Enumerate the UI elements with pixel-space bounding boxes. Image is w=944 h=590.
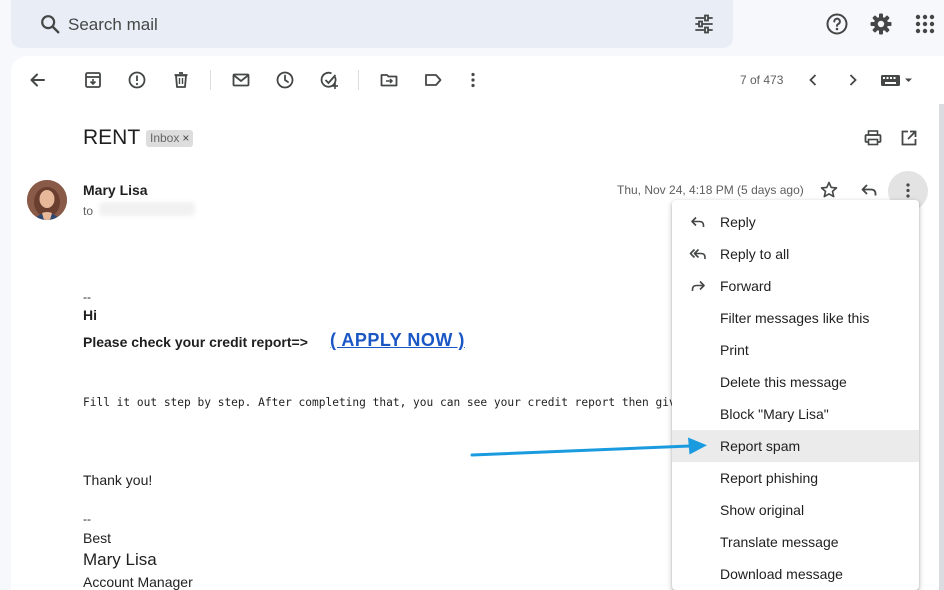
- search-bar[interactable]: Search mail: [11, 0, 733, 48]
- menu-item-block-sender[interactable]: Block "Mary Lisa": [672, 398, 919, 430]
- avatar[interactable]: [27, 180, 67, 220]
- search-input[interactable]: Search mail: [68, 15, 158, 35]
- sender-name[interactable]: Mary Lisa: [83, 182, 148, 198]
- reply-all-icon: [689, 245, 707, 263]
- signature-name: Mary Lisa: [83, 550, 157, 569]
- message-count: 7 of 473: [740, 73, 784, 87]
- menu-item-reply[interactable]: Reply: [672, 206, 919, 238]
- menu-item-label: Download message: [720, 566, 843, 582]
- more-vert-icon[interactable]: [463, 70, 483, 90]
- menu-item-delete[interactable]: Delete this message: [672, 366, 919, 398]
- apply-now-link[interactable]: ( APPLY NOW ): [330, 330, 465, 351]
- menu-item-report-spam[interactable]: Report spam: [672, 430, 919, 462]
- mark-unread-icon[interactable]: [231, 70, 251, 90]
- menu-item-label: Translate message: [720, 534, 839, 550]
- recipient-redacted: [99, 202, 195, 216]
- menu-item-reply-all[interactable]: Reply to all: [672, 238, 919, 270]
- menu-item-label: Report spam: [720, 438, 801, 454]
- menu-item-translate[interactable]: Translate message: [672, 526, 919, 558]
- move-to-folder-icon[interactable]: [379, 70, 399, 90]
- add-task-icon[interactable]: [319, 70, 339, 90]
- body-separator: --: [83, 290, 91, 304]
- chevron-left-icon[interactable]: [803, 70, 823, 90]
- apps-grid-icon[interactable]: [913, 12, 937, 36]
- delete-trash-icon[interactable]: [171, 70, 191, 90]
- menu-item-label: Delete this message: [720, 374, 847, 390]
- email-subject: RENT: [83, 126, 141, 149]
- report-spam-icon[interactable]: [127, 70, 147, 90]
- menu-item-filter-messages[interactable]: Filter messages like this: [672, 302, 919, 334]
- menu-item-report-phishing[interactable]: Report phishing: [672, 462, 919, 494]
- chevron-right-icon[interactable]: [843, 70, 863, 90]
- menu-item-label: Forward: [720, 278, 772, 294]
- back-arrow-icon[interactable]: [28, 70, 48, 90]
- search-icon[interactable]: [39, 13, 61, 35]
- menu-item-label: Show original: [720, 502, 805, 518]
- star-icon[interactable]: [819, 180, 839, 200]
- settings-gear-icon[interactable]: [869, 12, 893, 36]
- menu-item-print[interactable]: Print: [672, 334, 919, 366]
- menu-item-download[interactable]: Download message: [672, 558, 919, 590]
- forward-icon: [689, 277, 707, 295]
- message-options-menu: Reply Reply to all Forward Filter messag…: [672, 200, 919, 590]
- body-thanks: Thank you!: [83, 472, 153, 488]
- remove-label-button[interactable]: ×: [182, 131, 189, 145]
- scrollbar[interactable]: [939, 104, 944, 590]
- menu-item-label: Report phishing: [720, 470, 819, 486]
- menu-item-label: Reply: [720, 214, 756, 230]
- body-cta-text: Please check your credit report=>: [83, 334, 308, 350]
- email-date: Thu, Nov 24, 4:18 PM (5 days ago): [617, 183, 804, 197]
- inbox-label-chip[interactable]: Inbox ×: [146, 130, 194, 147]
- toolbar-divider: [210, 70, 211, 90]
- body-greeting: Hi: [83, 307, 97, 323]
- menu-item-label: Block "Mary Lisa": [720, 406, 829, 422]
- inbox-label-text: Inbox: [150, 131, 180, 145]
- label-tag-icon[interactable]: [423, 70, 443, 90]
- reply-icon[interactable]: [859, 180, 879, 200]
- archive-icon[interactable]: [83, 70, 103, 90]
- open-new-window-icon[interactable]: [899, 128, 919, 148]
- menu-item-label: Filter messages like this: [720, 310, 870, 326]
- body-instructions: Fill it out step by step. After completi…: [83, 396, 683, 409]
- body-separator: --: [83, 512, 91, 526]
- toolbar-divider: [358, 70, 359, 90]
- print-icon[interactable]: [863, 128, 883, 148]
- signature-title: Account Manager: [83, 574, 193, 590]
- snooze-clock-icon[interactable]: [275, 70, 295, 90]
- menu-item-forward[interactable]: Forward: [672, 270, 919, 302]
- menu-item-label: Print: [720, 342, 749, 358]
- help-icon[interactable]: [825, 12, 849, 36]
- reply-icon: [689, 213, 707, 231]
- body-closing: Best: [83, 530, 112, 546]
- menu-item-label: Reply to all: [720, 246, 790, 262]
- search-options-icon[interactable]: [694, 14, 714, 34]
- menu-item-show-original[interactable]: Show original: [672, 494, 919, 526]
- keyboard-input-icon[interactable]: [880, 70, 916, 90]
- recipient-label: to: [83, 204, 94, 218]
